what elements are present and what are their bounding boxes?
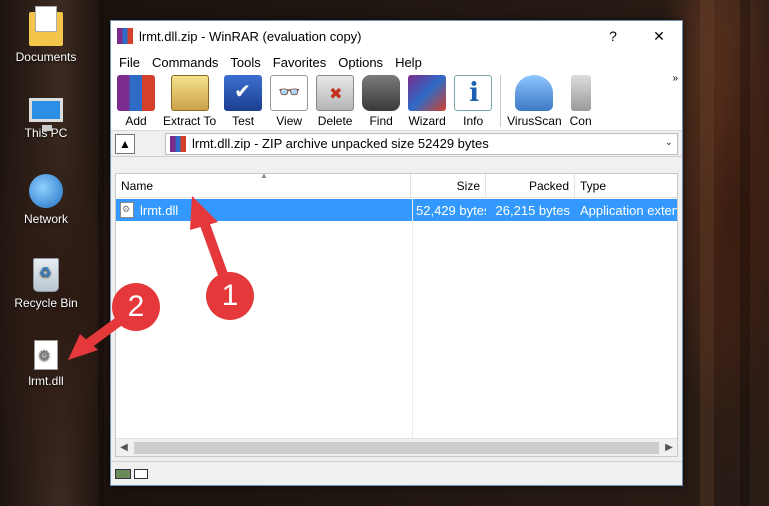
test-button[interactable]: Test bbox=[224, 75, 263, 128]
file-name: lrmt.dll bbox=[140, 202, 179, 218]
folder-icon bbox=[29, 6, 63, 46]
desktop-icon-this-pc[interactable]: This PC bbox=[6, 92, 86, 140]
bark-streak bbox=[740, 0, 750, 506]
archive-path-dropdown[interactable]: lrmt.dll.zip - ZIP archive unpacked size… bbox=[165, 132, 678, 155]
dll-file-icon bbox=[34, 340, 58, 370]
cell-packed: 26,215 bytes bbox=[495, 202, 570, 218]
virus-scan-icon bbox=[515, 75, 554, 111]
column-header-type[interactable]: Type bbox=[575, 174, 677, 197]
desktop-icon-label: lrmt.dll bbox=[28, 374, 64, 388]
title-bar[interactable]: lrmt.dll.zip - WinRAR (evaluation copy) … bbox=[111, 21, 682, 51]
tool-label: VirusScan bbox=[507, 114, 562, 128]
table-row[interactable]: lrmt.dll 52,429 bytes 26,215 bytes Appli… bbox=[116, 199, 677, 221]
file-list-header: Name ▲ Size Packed Type bbox=[116, 174, 677, 198]
scroll-left-icon[interactable]: ◀ bbox=[116, 442, 132, 453]
network-icon bbox=[29, 174, 63, 208]
column-header-size[interactable]: Size bbox=[411, 174, 486, 197]
status-bar bbox=[111, 461, 682, 485]
scroll-right-icon[interactable]: ▶ bbox=[661, 442, 677, 453]
help-button[interactable]: ? bbox=[590, 21, 636, 51]
column-header-packed[interactable]: Packed bbox=[486, 174, 575, 197]
drive-icon bbox=[115, 468, 131, 479]
computer-icon bbox=[29, 98, 63, 131]
annotation-badge-2: 2 bbox=[112, 283, 160, 331]
desktop-icon-recycle-bin[interactable]: Recycle Bin bbox=[6, 258, 86, 310]
toolbar-separator bbox=[500, 75, 502, 127]
dll-file-icon bbox=[120, 202, 134, 218]
column-header-name[interactable]: Name ▲ bbox=[116, 174, 411, 197]
desktop-icon-label: Documents bbox=[15, 50, 77, 64]
virusscan-button[interactable]: VirusScan bbox=[507, 75, 562, 128]
tool-label: Test bbox=[232, 114, 255, 128]
cell-type: Application extension bbox=[580, 202, 677, 218]
menu-tools[interactable]: Tools bbox=[224, 55, 266, 70]
recycle-bin-icon bbox=[33, 258, 59, 292]
desktop-icon-dll-file[interactable]: lrmt.dll bbox=[6, 340, 86, 388]
desktop-icon-label: Recycle Bin bbox=[14, 296, 78, 310]
toolbar: Add Extract To Test View Delete Find Wiz… bbox=[111, 73, 682, 131]
convert-button[interactable]: Con bbox=[570, 75, 592, 128]
extract-folder-icon bbox=[170, 75, 209, 111]
menu-commands[interactable]: Commands bbox=[146, 55, 224, 70]
cell-size: 52,429 bytes bbox=[416, 202, 486, 218]
view-button[interactable]: View bbox=[270, 75, 309, 128]
binoculars-icon bbox=[362, 75, 401, 111]
window-title: lrmt.dll.zip - WinRAR (evaluation copy) bbox=[139, 28, 362, 44]
zip-archive-icon bbox=[170, 135, 186, 152]
annotation-badge-1: 1 bbox=[206, 272, 254, 320]
close-button[interactable]: ✕ bbox=[636, 21, 682, 51]
tool-label: Extract To bbox=[163, 114, 217, 128]
extract-to-button[interactable]: Extract To bbox=[163, 75, 216, 128]
find-button[interactable]: Find bbox=[362, 75, 401, 128]
wizard-icon bbox=[408, 75, 447, 111]
menu-favorites[interactable]: Favorites bbox=[267, 55, 332, 70]
sort-up-icon: ▲ bbox=[260, 173, 268, 180]
bark-streak bbox=[98, 0, 104, 506]
bark-streak bbox=[700, 0, 714, 506]
winrar-app-icon bbox=[117, 28, 133, 44]
cell-name: lrmt.dll bbox=[116, 199, 411, 221]
horizontal-scrollbar[interactable]: ◀ ▶ bbox=[116, 438, 677, 456]
tool-label: Con bbox=[569, 114, 592, 128]
tool-label: Delete bbox=[317, 114, 353, 128]
tool-label: Info bbox=[463, 114, 484, 128]
wizard-button[interactable]: Wizard bbox=[408, 75, 447, 128]
toolbar-overflow-chevron[interactable]: » bbox=[672, 73, 678, 84]
tool-label: Wizard bbox=[408, 114, 446, 128]
desktop-icon-network[interactable]: Network bbox=[6, 174, 86, 226]
info-button[interactable]: Info bbox=[454, 75, 493, 128]
archive-path-text: lrmt.dll.zip - ZIP archive unpacked size… bbox=[192, 136, 489, 151]
info-icon bbox=[454, 75, 493, 111]
delete-button[interactable]: Delete bbox=[316, 75, 355, 128]
winrar-window: lrmt.dll.zip - WinRAR (evaluation copy) … bbox=[110, 20, 683, 486]
column-divider bbox=[412, 198, 413, 438]
delete-icon bbox=[316, 75, 355, 111]
chevron-down-icon[interactable]: ⌄ bbox=[665, 137, 673, 148]
menu-options[interactable]: Options bbox=[332, 55, 389, 70]
tool-label: Add bbox=[125, 114, 147, 128]
menu-help[interactable]: Help bbox=[389, 55, 428, 70]
address-bar: ▲ lrmt.dll.zip - ZIP archive unpacked si… bbox=[111, 131, 682, 157]
desktop-icon-documents[interactable]: Documents bbox=[6, 6, 86, 64]
key-icon bbox=[134, 468, 148, 479]
tool-label: Find bbox=[369, 114, 393, 128]
add-archive-icon bbox=[117, 75, 155, 111]
menu-bar: File Commands Tools Favorites Options He… bbox=[111, 51, 682, 73]
convert-icon bbox=[570, 75, 591, 111]
desktop-icon-label: Network bbox=[23, 212, 68, 226]
up-folder-button[interactable]: ▲ bbox=[115, 133, 135, 154]
view-glasses-icon bbox=[270, 75, 309, 111]
test-check-icon bbox=[224, 75, 263, 111]
scrollbar-thumb[interactable] bbox=[134, 441, 659, 454]
tool-label: View bbox=[276, 114, 303, 128]
file-list[interactable]: Name ▲ Size Packed Type lrmt.dll 52,429 … bbox=[115, 173, 678, 457]
menu-file[interactable]: File bbox=[113, 55, 146, 70]
up-arrow-icon: ▲ bbox=[119, 136, 131, 151]
column-label: Name bbox=[121, 178, 154, 193]
add-button[interactable]: Add bbox=[117, 75, 155, 128]
